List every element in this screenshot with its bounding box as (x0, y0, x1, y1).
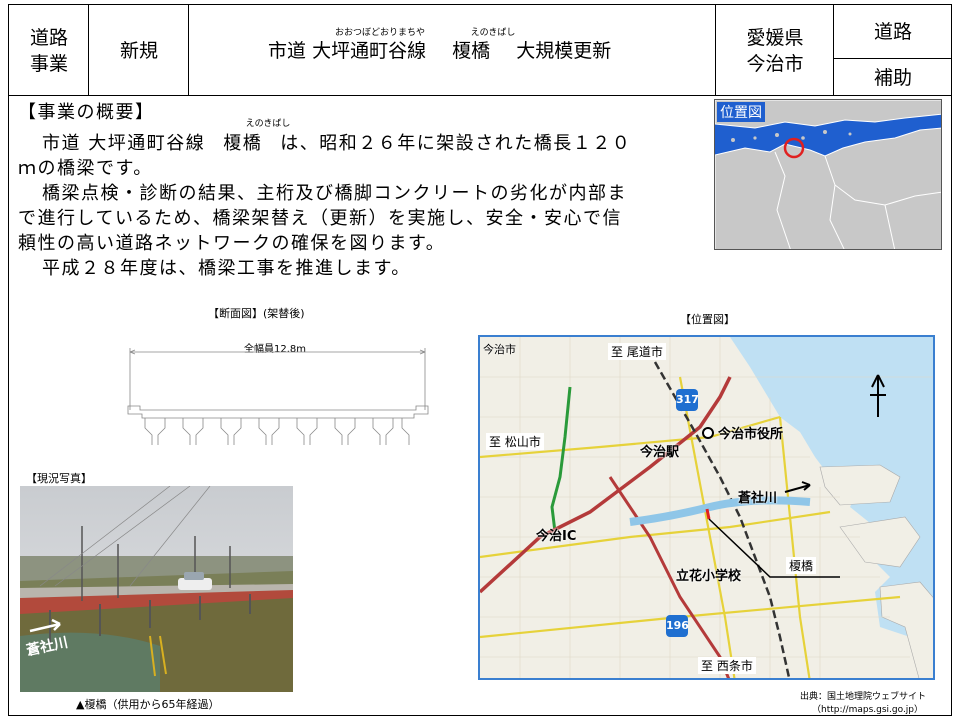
inset-map-graphic (715, 100, 941, 249)
inset-map-label: 位置図 (717, 102, 765, 122)
title-prefix: 市道 (268, 40, 307, 62)
title-suffix: 大規模更新 (516, 40, 612, 62)
map-label-bridge: 榎橋 (786, 557, 817, 574)
location-map: 今治市 至 尾道市 至 松山市 今治駅 今治市役所 蒼社川 今治IC 立花小学校… (478, 335, 935, 680)
category-label-1: 道路 (29, 27, 68, 49)
route-sign-196: 196 (666, 619, 689, 632)
overview-bridge: 榎橋 (223, 133, 263, 154)
page-title: 市道 大坪通町谷線 榎橋 大規模更新 (268, 39, 611, 63)
inset-location-map: 位置図 (714, 99, 942, 250)
map-label-river: 蒼社川 (738, 491, 778, 506)
location-map-graphic (480, 337, 933, 678)
overview-heading: 【事業の概要】 (18, 102, 155, 123)
bridge-ruby: えのきばし (470, 28, 516, 38)
overview-line-1: 市道 大坪通町谷線 榎橋 は、昭和２６年に架設された橋長１２０ (18, 131, 631, 156)
route-ruby: おおつぼどおりまちや (334, 28, 425, 38)
overview-bridge-ruby: えのきばし (245, 119, 291, 129)
type-bottom-label: 補助 (873, 67, 912, 89)
photo-caption: ▲榎橋（供用から65年経過） (76, 698, 220, 711)
section-title: 【断面図】(架替後) (208, 307, 305, 320)
route-sign-317: 317 (676, 393, 699, 406)
cross-section-drawing (127, 348, 429, 445)
map-label-city-hall: 今治市役所 (718, 427, 784, 442)
header-sep-3 (715, 4, 716, 96)
overview-line-3: 橋梁点検・診断の結果、主桁及び橋脚コンクリートの劣化が内部ま (42, 183, 627, 204)
overview-line-5: 頼性の高い道路ネットワークの確保を図ります。 (18, 233, 446, 254)
title-bridge: 榎橋 (452, 40, 491, 62)
photo-title: 【現況写真】 (26, 472, 92, 485)
map-label-to-saijo: 至 西条市 (698, 657, 756, 674)
status-label: 新規 (119, 40, 158, 62)
city-label: 今治市 (746, 53, 804, 75)
type-top-label: 道路 (873, 21, 912, 43)
map-label-to-matsuyama: 至 松山市 (486, 433, 544, 450)
header-sep-5 (833, 58, 952, 59)
overview-line-6: 平成２８年度は、橋梁工事を推進します。 (42, 258, 411, 279)
overview-line-2: ｍの橋梁です。 (18, 158, 153, 179)
header-divider (8, 95, 952, 96)
bridge-photo: 蒼社川 (20, 486, 293, 692)
overview-line-4: で進行しているため、橋梁架替え（更新）を実施し、安全・安心で信 (18, 208, 622, 229)
map-label-to-onomichi: 至 尾道市 (608, 343, 666, 360)
title-route: 大坪通町谷線 (312, 40, 427, 62)
overview-line1-rest: は、昭和２６年に架設された橋長１２０ (280, 133, 632, 154)
map-label-station: 今治駅 (640, 445, 680, 460)
header-sep-4 (833, 4, 834, 96)
category-label-2: 事業 (29, 53, 68, 75)
map-label-ic: 今治IC (536, 529, 577, 544)
header-sep-1 (88, 4, 89, 96)
header-sep-2 (188, 4, 189, 96)
map-source-line-2: （http://maps.gsi.go.jp） (812, 705, 924, 715)
photo-graphic (20, 486, 293, 692)
map-title: 【位置図】 (680, 313, 735, 326)
overview-route: 市道 大坪通町谷線 (42, 133, 206, 154)
map-label-school: 立花小学校 (676, 569, 742, 584)
prefecture-label: 愛媛県 (746, 27, 804, 49)
map-source-line-1: 出典：国土地理院ウェブサイト (800, 692, 927, 702)
map-label-city: 今治市 (483, 343, 516, 356)
